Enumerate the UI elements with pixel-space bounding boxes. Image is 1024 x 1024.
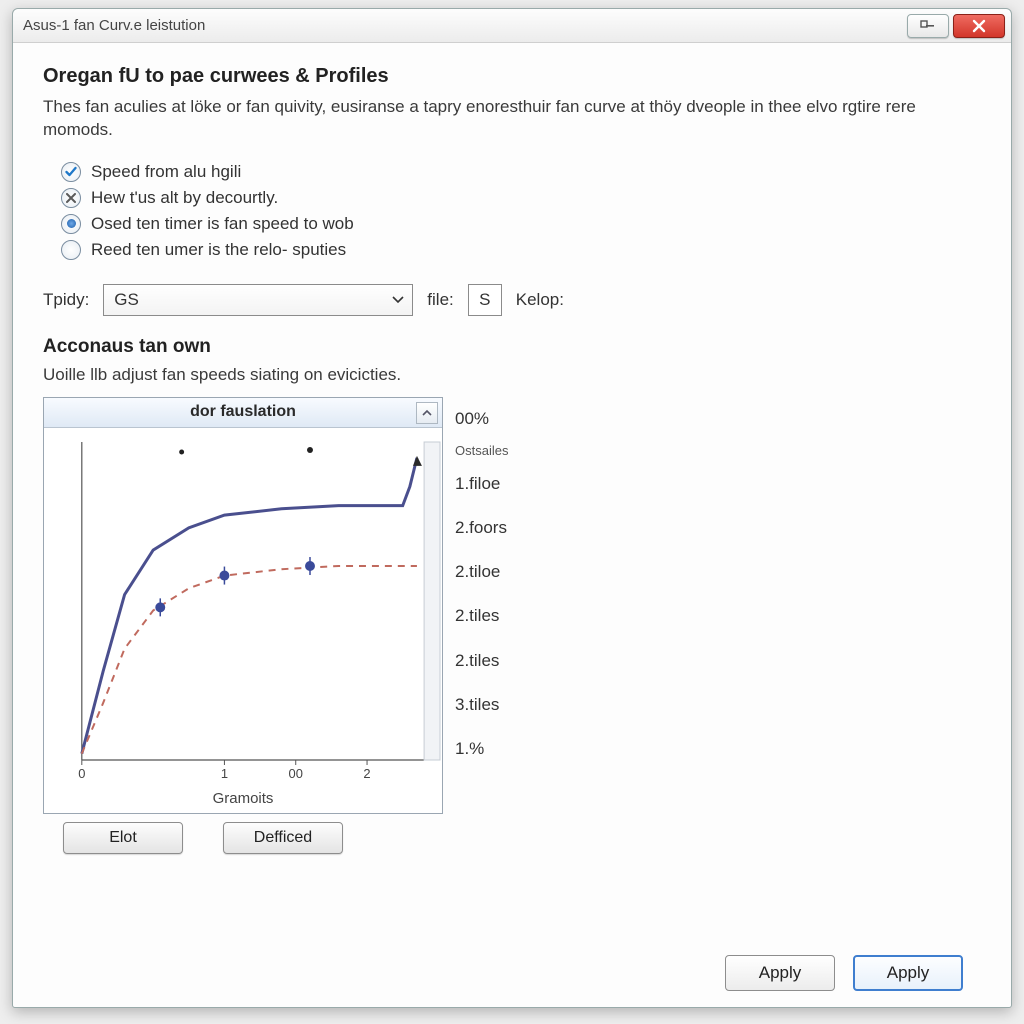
file-value: S <box>479 290 490 310</box>
option-group: Speed from alu hgili Hew t'us alt by dec… <box>61 156 981 266</box>
svg-text:0: 0 <box>78 766 85 781</box>
option-label: Reed ten umer is the relo- sputies <box>91 240 346 260</box>
app-window: Asus-1 fan Curv.e leistution Oregan fU t… <box>12 8 1012 1008</box>
elot-button[interactable]: Elot <box>63 822 183 854</box>
option-label: Osed ten timer is fan speed to wob <box>91 214 354 234</box>
footer: Apply Apply <box>43 945 981 993</box>
content-area: Oregan fU to pae curwees & Profiles Thes… <box>13 43 1011 1007</box>
close-button[interactable] <box>953 14 1005 38</box>
option-label: Speed from alu hgili <box>91 162 241 182</box>
section1-blurb: Thes fan aculies at löke or fan quivity,… <box>43 96 981 142</box>
list-item: 3.tiles <box>455 683 508 727</box>
section2-heading: Acconaus tan own <box>43 336 981 358</box>
chart-container: dor fauslation 0 1 00 2 Gramoits Elot Deffi… <box>43 397 443 866</box>
radio-empty-icon <box>61 240 81 260</box>
option-4[interactable]: Reed ten umer is the relo- sputies <box>61 240 981 260</box>
chevron-down-icon <box>392 296 404 304</box>
cross-icon <box>61 188 81 208</box>
chart-row: dor fauslation 0 1 00 2 Gramoits Elot Deffi… <box>43 397 981 866</box>
option-2[interactable]: Hew t'us alt by decourtly. <box>61 188 981 208</box>
chart-header: dor fauslation <box>44 398 442 428</box>
list-subhead: Ostsailes <box>455 441 508 462</box>
minimize-button[interactable] <box>907 14 949 38</box>
apply-primary-button[interactable]: Apply <box>853 955 963 991</box>
chart-title: dor fauslation <box>190 403 296 421</box>
file-input[interactable]: S <box>468 284 502 316</box>
apply-button[interactable]: Apply <box>725 955 835 991</box>
chevron-up-icon <box>422 409 432 417</box>
check-icon <box>61 162 81 182</box>
svg-text:00: 00 <box>289 766 303 781</box>
list-item: 2.tiles <box>455 594 508 638</box>
list-item: 1.% <box>455 727 508 771</box>
select-label: Tpidy: <box>43 290 89 310</box>
list-item: 2.tiles <box>455 639 508 683</box>
chart-box: dor fauslation 0 1 00 2 Gramoits <box>43 397 443 814</box>
select-row: Tpidy: GS file: S Kelop: <box>43 284 981 316</box>
list-top: 00% <box>455 397 508 441</box>
option-1[interactable]: Speed from alu hgili <box>61 162 981 182</box>
svg-text:2: 2 <box>363 766 370 781</box>
section1-heading: Oregan fU to pae curwees & Profiles <box>43 65 981 88</box>
chart-buttons: Elot Defficed <box>43 814 443 866</box>
kelop-label: Kelop: <box>516 290 564 310</box>
file-label: file: <box>427 290 453 310</box>
section2-blurb: Uoille llb adjust fan speeds siating on … <box>43 364 981 387</box>
list-item: 2.foors <box>455 506 508 550</box>
titlebar: Asus-1 fan Curv.e leistution <box>13 9 1011 43</box>
profile-select[interactable]: GS <box>103 284 413 316</box>
radio-selected-icon <box>61 214 81 234</box>
window-title: Asus-1 fan Curv.e leistution <box>23 17 903 34</box>
option-label: Hew t'us alt by decourtly. <box>91 188 278 208</box>
list-item: 1.filoe <box>455 462 508 506</box>
defficed-button[interactable]: Defficed <box>223 822 343 854</box>
chart-xlabel: Gramoits <box>44 788 442 813</box>
option-3[interactable]: Osed ten timer is fan speed to wob <box>61 214 981 234</box>
select-value: GS <box>114 290 139 310</box>
svg-text:1: 1 <box>221 766 228 781</box>
fan-curve-plot[interactable]: 0 1 00 2 <box>44 428 442 788</box>
right-list: 00% Ostsailes 1.filoe 2.foors 2.tiloe 2.… <box>455 397 508 866</box>
list-item: 2.tiloe <box>455 550 508 594</box>
scroll-up-button[interactable] <box>416 402 438 424</box>
